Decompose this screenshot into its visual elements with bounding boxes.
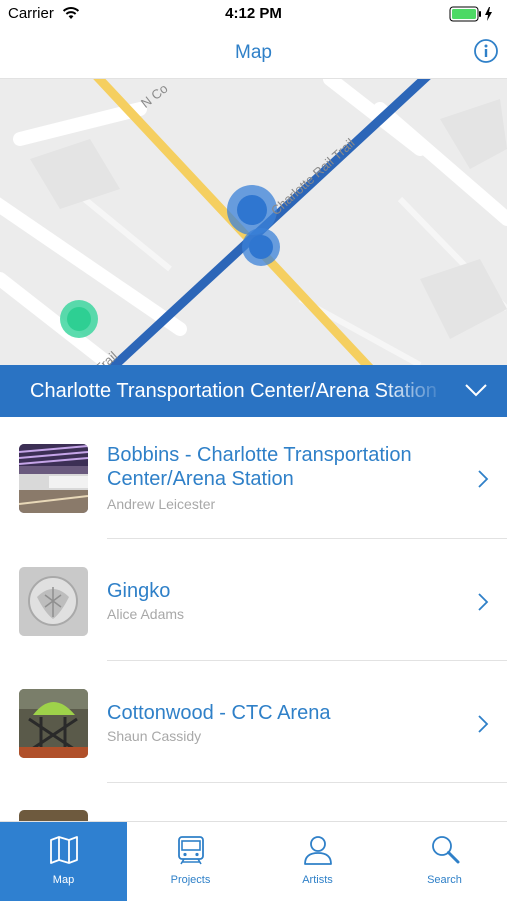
station-name-fade: [382, 365, 446, 417]
chevron-right-icon: [478, 470, 489, 488]
tab-label: Search: [427, 874, 462, 886]
artwork-list[interactable]: Bobbins - Charlotte Transportation Cente…: [0, 417, 507, 821]
artwork-thumbnail: [19, 810, 88, 821]
battery-icon: [449, 6, 492, 22]
tab-map[interactable]: Map: [0, 822, 127, 901]
navigation-bar: Map: [0, 28, 507, 79]
chevron-right-icon: [478, 715, 489, 733]
magnifier-icon: [432, 836, 460, 864]
status-bar: Carrier 4:12 PM: [0, 0, 507, 28]
tab-projects[interactable]: Projects: [127, 822, 254, 901]
chevron-down-icon[interactable]: [465, 383, 487, 397]
artwork-artist: Andrew Leicester: [107, 496, 216, 512]
tab-search[interactable]: Search: [381, 822, 507, 901]
list-item[interactable]: [0, 783, 507, 821]
tab-label: Map: [52, 874, 75, 886]
artwork-artist: Shaun Cassidy: [107, 728, 202, 744]
station-name: Charlotte Transportation Center/Arena St…: [30, 380, 437, 402]
map-canvas[interactable]: [0, 79, 507, 365]
tab-label: Projects: [170, 874, 211, 886]
info-icon[interactable]: [473, 38, 499, 64]
chevron-right-icon: [478, 593, 489, 611]
artwork-artist: Alice Adams: [107, 606, 185, 622]
map-view[interactable]: N Co Charlotte Rail Trail Trail: [0, 79, 507, 365]
train-icon: [178, 836, 204, 865]
artwork-thumbnail: [19, 567, 88, 636]
page-title: Map: [235, 42, 272, 63]
tab-bar: Map Projects Artists Search: [0, 821, 507, 901]
artwork-title: Gingko: [107, 580, 171, 602]
artwork-title: Bobbins - Charlotte Transportation Cente…: [107, 444, 412, 490]
artwork-thumbnail: [19, 444, 88, 513]
list-item[interactable]: Gingko Alice Adams: [0, 539, 507, 661]
map-icon: [50, 836, 78, 864]
station-selector[interactable]: Charlotte Transportation Center/Arena St…: [0, 365, 507, 417]
tab-label: Artists: [302, 874, 333, 886]
person-icon: [304, 836, 332, 865]
tab-artists[interactable]: Artists: [254, 822, 381, 901]
artwork-thumbnail: [19, 689, 88, 758]
artwork-title: Cottonwood - CTC Arena: [107, 702, 331, 724]
list-item[interactable]: Cottonwood - CTC Arena Shaun Cassidy: [0, 661, 507, 783]
clock: 4:12 PM: [225, 5, 282, 22]
list-item[interactable]: Bobbins - Charlotte Transportation Cente…: [0, 417, 507, 539]
